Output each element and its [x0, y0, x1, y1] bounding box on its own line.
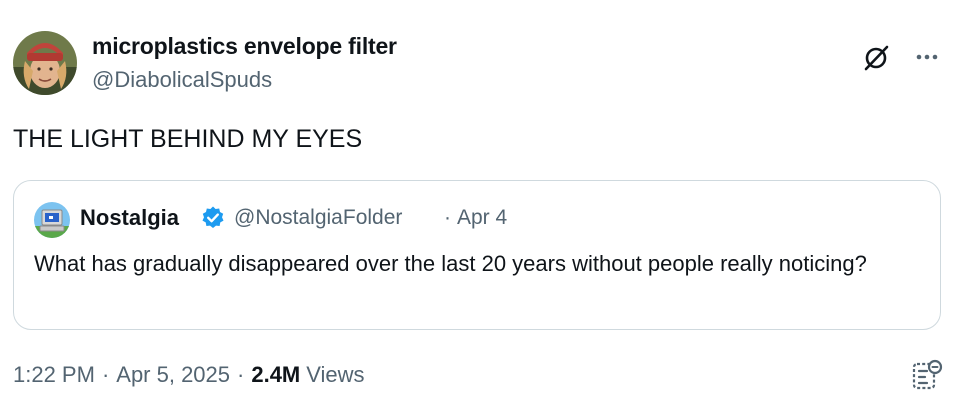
views-label: Views	[306, 362, 365, 387]
author-handle[interactable]: @DiabolicalSpuds	[92, 67, 272, 93]
quoted-author-avatar	[34, 202, 70, 238]
meta-separator: ·	[101, 362, 110, 387]
tweet-meta: 1:22 PM · Apr 5, 2025 · 2.4M Views	[13, 362, 365, 388]
more-options-icon[interactable]	[912, 42, 942, 72]
quoted-tweet-text: What has gradually disappeared over the …	[34, 251, 867, 276]
views-count: 2.4M	[251, 362, 301, 387]
tweet-text: THE LIGHT BEHIND MY EYES	[13, 125, 363, 153]
author-avatar[interactable]	[13, 31, 77, 95]
quoted-author-handle: @NostalgiaFolder	[234, 206, 403, 229]
author-avatar-image	[13, 31, 77, 95]
quoted-tweet-card[interactable]: Nostalgia @NostalgiaFolder · Apr 4 What …	[13, 180, 941, 330]
grok-icon[interactable]	[860, 42, 892, 74]
author-display-name[interactable]: microplastics envelope filter	[92, 33, 397, 60]
quoted-date[interactable]: Apr 4	[457, 206, 507, 230]
meta-separator: ·	[237, 362, 245, 387]
tweet-date[interactable]: Apr 5, 2025	[116, 362, 230, 388]
tweet-time[interactable]: 1:22 PM	[13, 362, 95, 388]
quoted-author-name: Nostalgia	[80, 205, 180, 230]
analytics-icon[interactable]	[910, 358, 944, 392]
verified-badge-icon	[200, 205, 226, 231]
quoted-separator: ·	[444, 206, 451, 229]
